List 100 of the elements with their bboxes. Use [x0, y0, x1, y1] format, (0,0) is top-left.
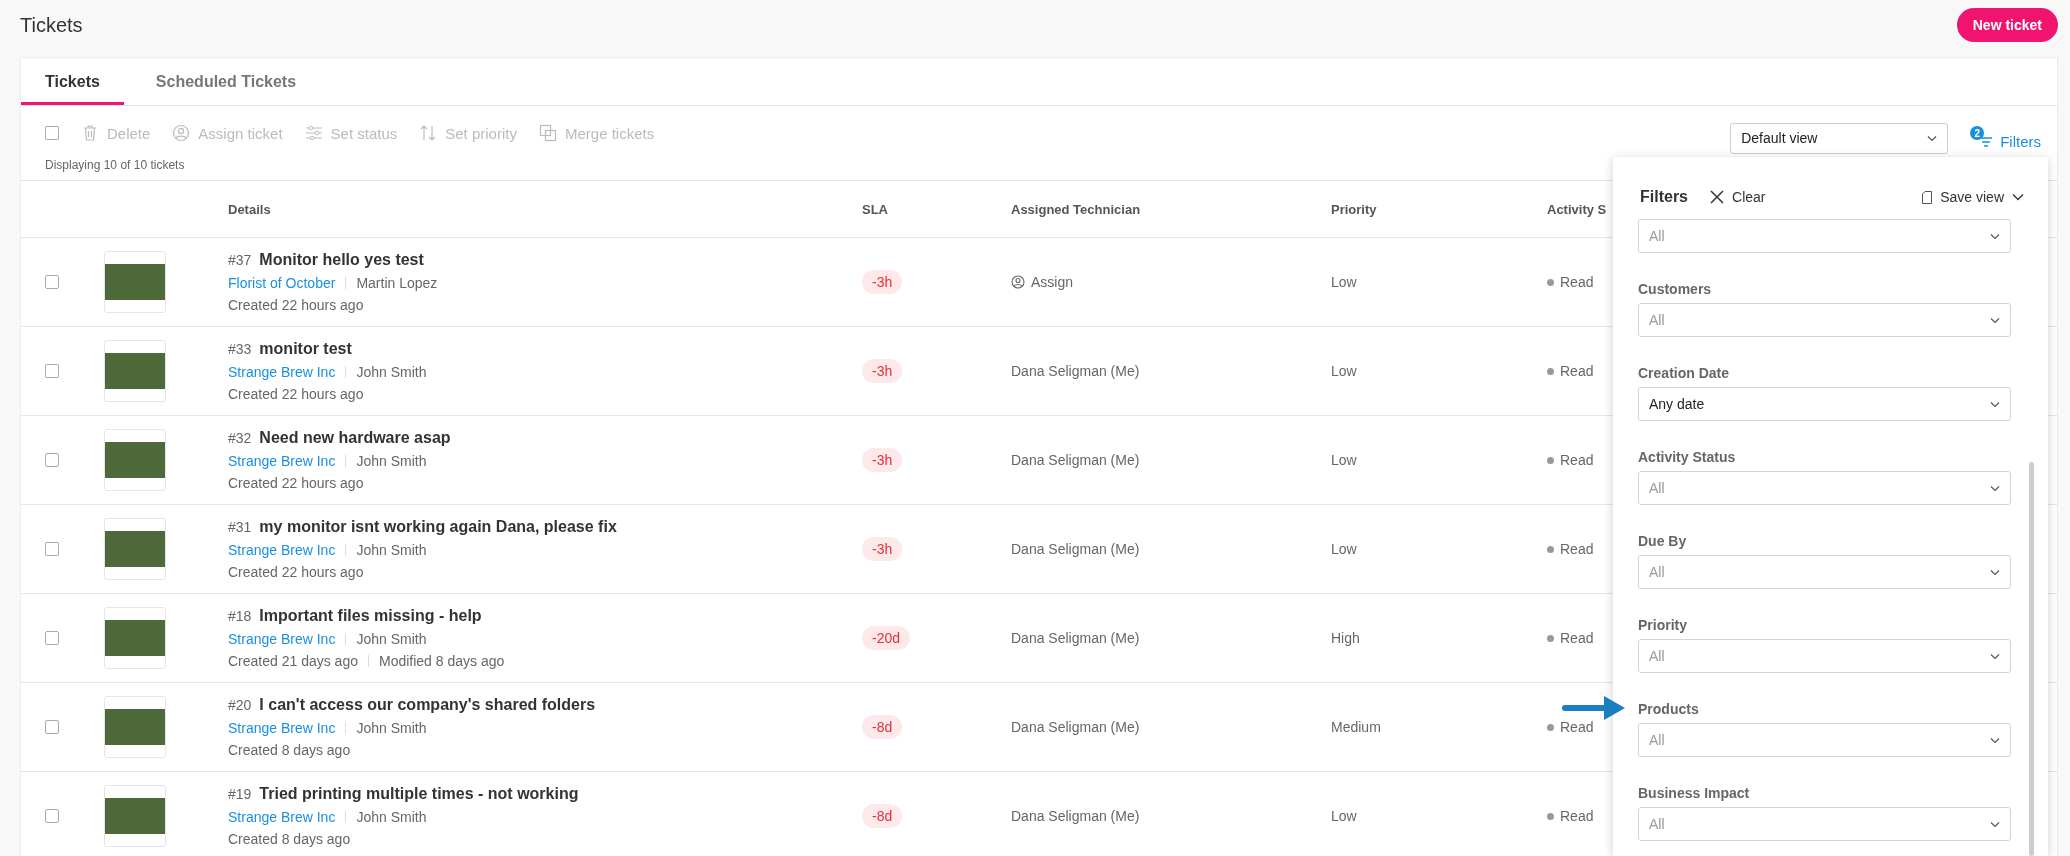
filter-select[interactable]: All — [1638, 555, 2011, 589]
sla-badge: -3h — [862, 537, 903, 561]
filter-select[interactable]: All — [1638, 639, 2011, 673]
row-checkbox[interactable] — [45, 809, 59, 823]
ticket-title[interactable]: my monitor isnt working again Dana, please fix — [259, 518, 617, 536]
chevron-icon — [1990, 316, 2000, 324]
ticket-title[interactable]: Need new hardware asap — [259, 429, 451, 447]
sla-badge: -3h — [862, 270, 903, 294]
customer-link[interactable]: Strange Brew Inc — [228, 631, 336, 647]
sla-badge: -3h — [862, 359, 903, 383]
customer-link[interactable]: Strange Brew Inc — [228, 364, 336, 380]
status-dot — [1547, 367, 1554, 375]
row-checkbox[interactable] — [45, 453, 59, 467]
created-time: Created 22 hours ago — [228, 475, 364, 491]
row-checkbox[interactable] — [45, 542, 59, 556]
photo-placeholder — [105, 264, 165, 300]
filter-select[interactable]: All — [1638, 471, 2011, 505]
chevron-icon — [1927, 134, 1938, 142]
contact-name: John Smith — [356, 542, 427, 558]
status-dot — [1547, 545, 1554, 553]
ticket-number: #18 — [228, 608, 252, 624]
tab[interactable]: Tickets — [21, 58, 124, 105]
document-icon — [1922, 190, 1933, 204]
photo-placeholder — [105, 353, 165, 389]
created-time: Created 22 hours ago — [228, 297, 364, 313]
view-select[interactable]: Default view — [1730, 122, 1949, 154]
status-dot — [1547, 723, 1554, 731]
technician-name: Dana Seligman (Me) — [1011, 630, 1140, 646]
assign-link[interactable]: Assign — [1011, 274, 1074, 290]
chevron-icon — [1990, 736, 2000, 744]
chevron-icon — [1990, 652, 2000, 660]
ticket-number: #37 — [228, 252, 252, 268]
filter-select[interactable]: All — [1638, 219, 2011, 253]
status-dot — [1547, 812, 1554, 820]
row-checkbox[interactable] — [45, 275, 59, 289]
created-time: Created 8 days ago — [228, 831, 351, 847]
customer-link[interactable]: Strange Brew Inc — [228, 720, 336, 736]
filter-count-badge: 2 — [1970, 126, 1985, 140]
trash-icon — [81, 124, 99, 142]
contact-name: John Smith — [356, 720, 427, 736]
row-checkbox[interactable] — [45, 631, 59, 645]
ticket-title[interactable]: Monitor hello yes test — [259, 251, 424, 269]
status-dot — [1547, 456, 1554, 464]
ticket-title[interactable]: Tried printing multiple times - not working — [259, 785, 579, 803]
sla-badge: -3h — [862, 448, 903, 472]
customer-link[interactable]: Florist of October — [228, 275, 336, 291]
ticket-number: #31 — [228, 519, 252, 535]
technician-name: Dana Seligman (Me) — [1011, 808, 1140, 824]
contact-name: John Smith — [356, 631, 427, 647]
sla-badge: -8d — [862, 804, 903, 828]
priority-text: Low — [1331, 541, 1358, 557]
column-header: Assigned Technician — [1011, 201, 1142, 217]
filter-select[interactable]: All — [1638, 303, 2011, 337]
chevron-icon — [1990, 820, 2000, 828]
created-time: Created 22 hours ago — [228, 564, 364, 580]
sliders-icon — [304, 124, 323, 142]
close-icon — [1710, 190, 1724, 204]
activity-status: Read — [1560, 274, 1594, 290]
created-time: Created 8 days ago — [228, 742, 351, 758]
contact-name: John Smith — [356, 364, 427, 380]
row-checkbox[interactable] — [45, 364, 59, 378]
priority-text: High — [1331, 630, 1361, 646]
select-all-checkbox[interactable] — [45, 126, 59, 140]
filter-label: Customers — [1638, 280, 1713, 299]
ticket-number: #20 — [228, 697, 252, 713]
activity-status: Read — [1560, 452, 1594, 468]
filter-label: Products — [1638, 700, 1700, 719]
new-ticket-button[interactable]: New ticket — [1956, 8, 2058, 42]
customer-link[interactable]: Strange Brew Inc — [228, 453, 336, 469]
filters-button[interactable]: 2 Filters — [1970, 126, 2041, 150]
user-circle-icon — [1011, 275, 1025, 289]
technician-name: Dana Seligman (Me) — [1011, 363, 1140, 379]
filter-select[interactable]: Any date — [1638, 387, 2011, 421]
priority-text: Low — [1331, 808, 1358, 824]
ticket-number: #33 — [228, 341, 252, 357]
scrollbar-thumb[interactable] — [2029, 462, 2034, 856]
priority-text: Medium — [1331, 719, 1382, 735]
photo-placeholder — [105, 442, 165, 478]
tab[interactable]: Scheduled Tickets — [131, 58, 321, 105]
activity-status: Read — [1560, 363, 1594, 379]
customer-link[interactable]: Strange Brew Inc — [228, 542, 336, 558]
column-header: Details — [228, 201, 272, 217]
chevron-icon — [1990, 232, 2000, 240]
contact-name: John Smith — [356, 809, 427, 825]
row-checkbox[interactable] — [45, 720, 59, 734]
clear-button[interactable]: Clear — [1710, 189, 1766, 205]
activity-status: Read — [1560, 719, 1594, 735]
filter-select[interactable]: All — [1638, 723, 2011, 757]
ticket-title[interactable]: I can't access our company's shared folders — [259, 696, 596, 714]
modified-time: Modified 8 days ago — [379, 653, 505, 669]
merge-squares-icon — [538, 124, 557, 142]
save-view-button[interactable]: Save view — [1922, 189, 2024, 205]
ticket-count: Displaying 10 of 10 tickets — [45, 158, 186, 172]
ticket-title[interactable]: Important files missing - help — [259, 607, 482, 625]
filter-select[interactable]: All — [1638, 807, 2011, 841]
technician-name: Dana Seligman (Me) — [1011, 452, 1140, 468]
activity-status: Read — [1560, 541, 1594, 557]
filter-label: Creation Date — [1638, 364, 1731, 383]
ticket-title[interactable]: monitor test — [259, 340, 352, 358]
customer-link[interactable]: Strange Brew Inc — [228, 809, 336, 825]
